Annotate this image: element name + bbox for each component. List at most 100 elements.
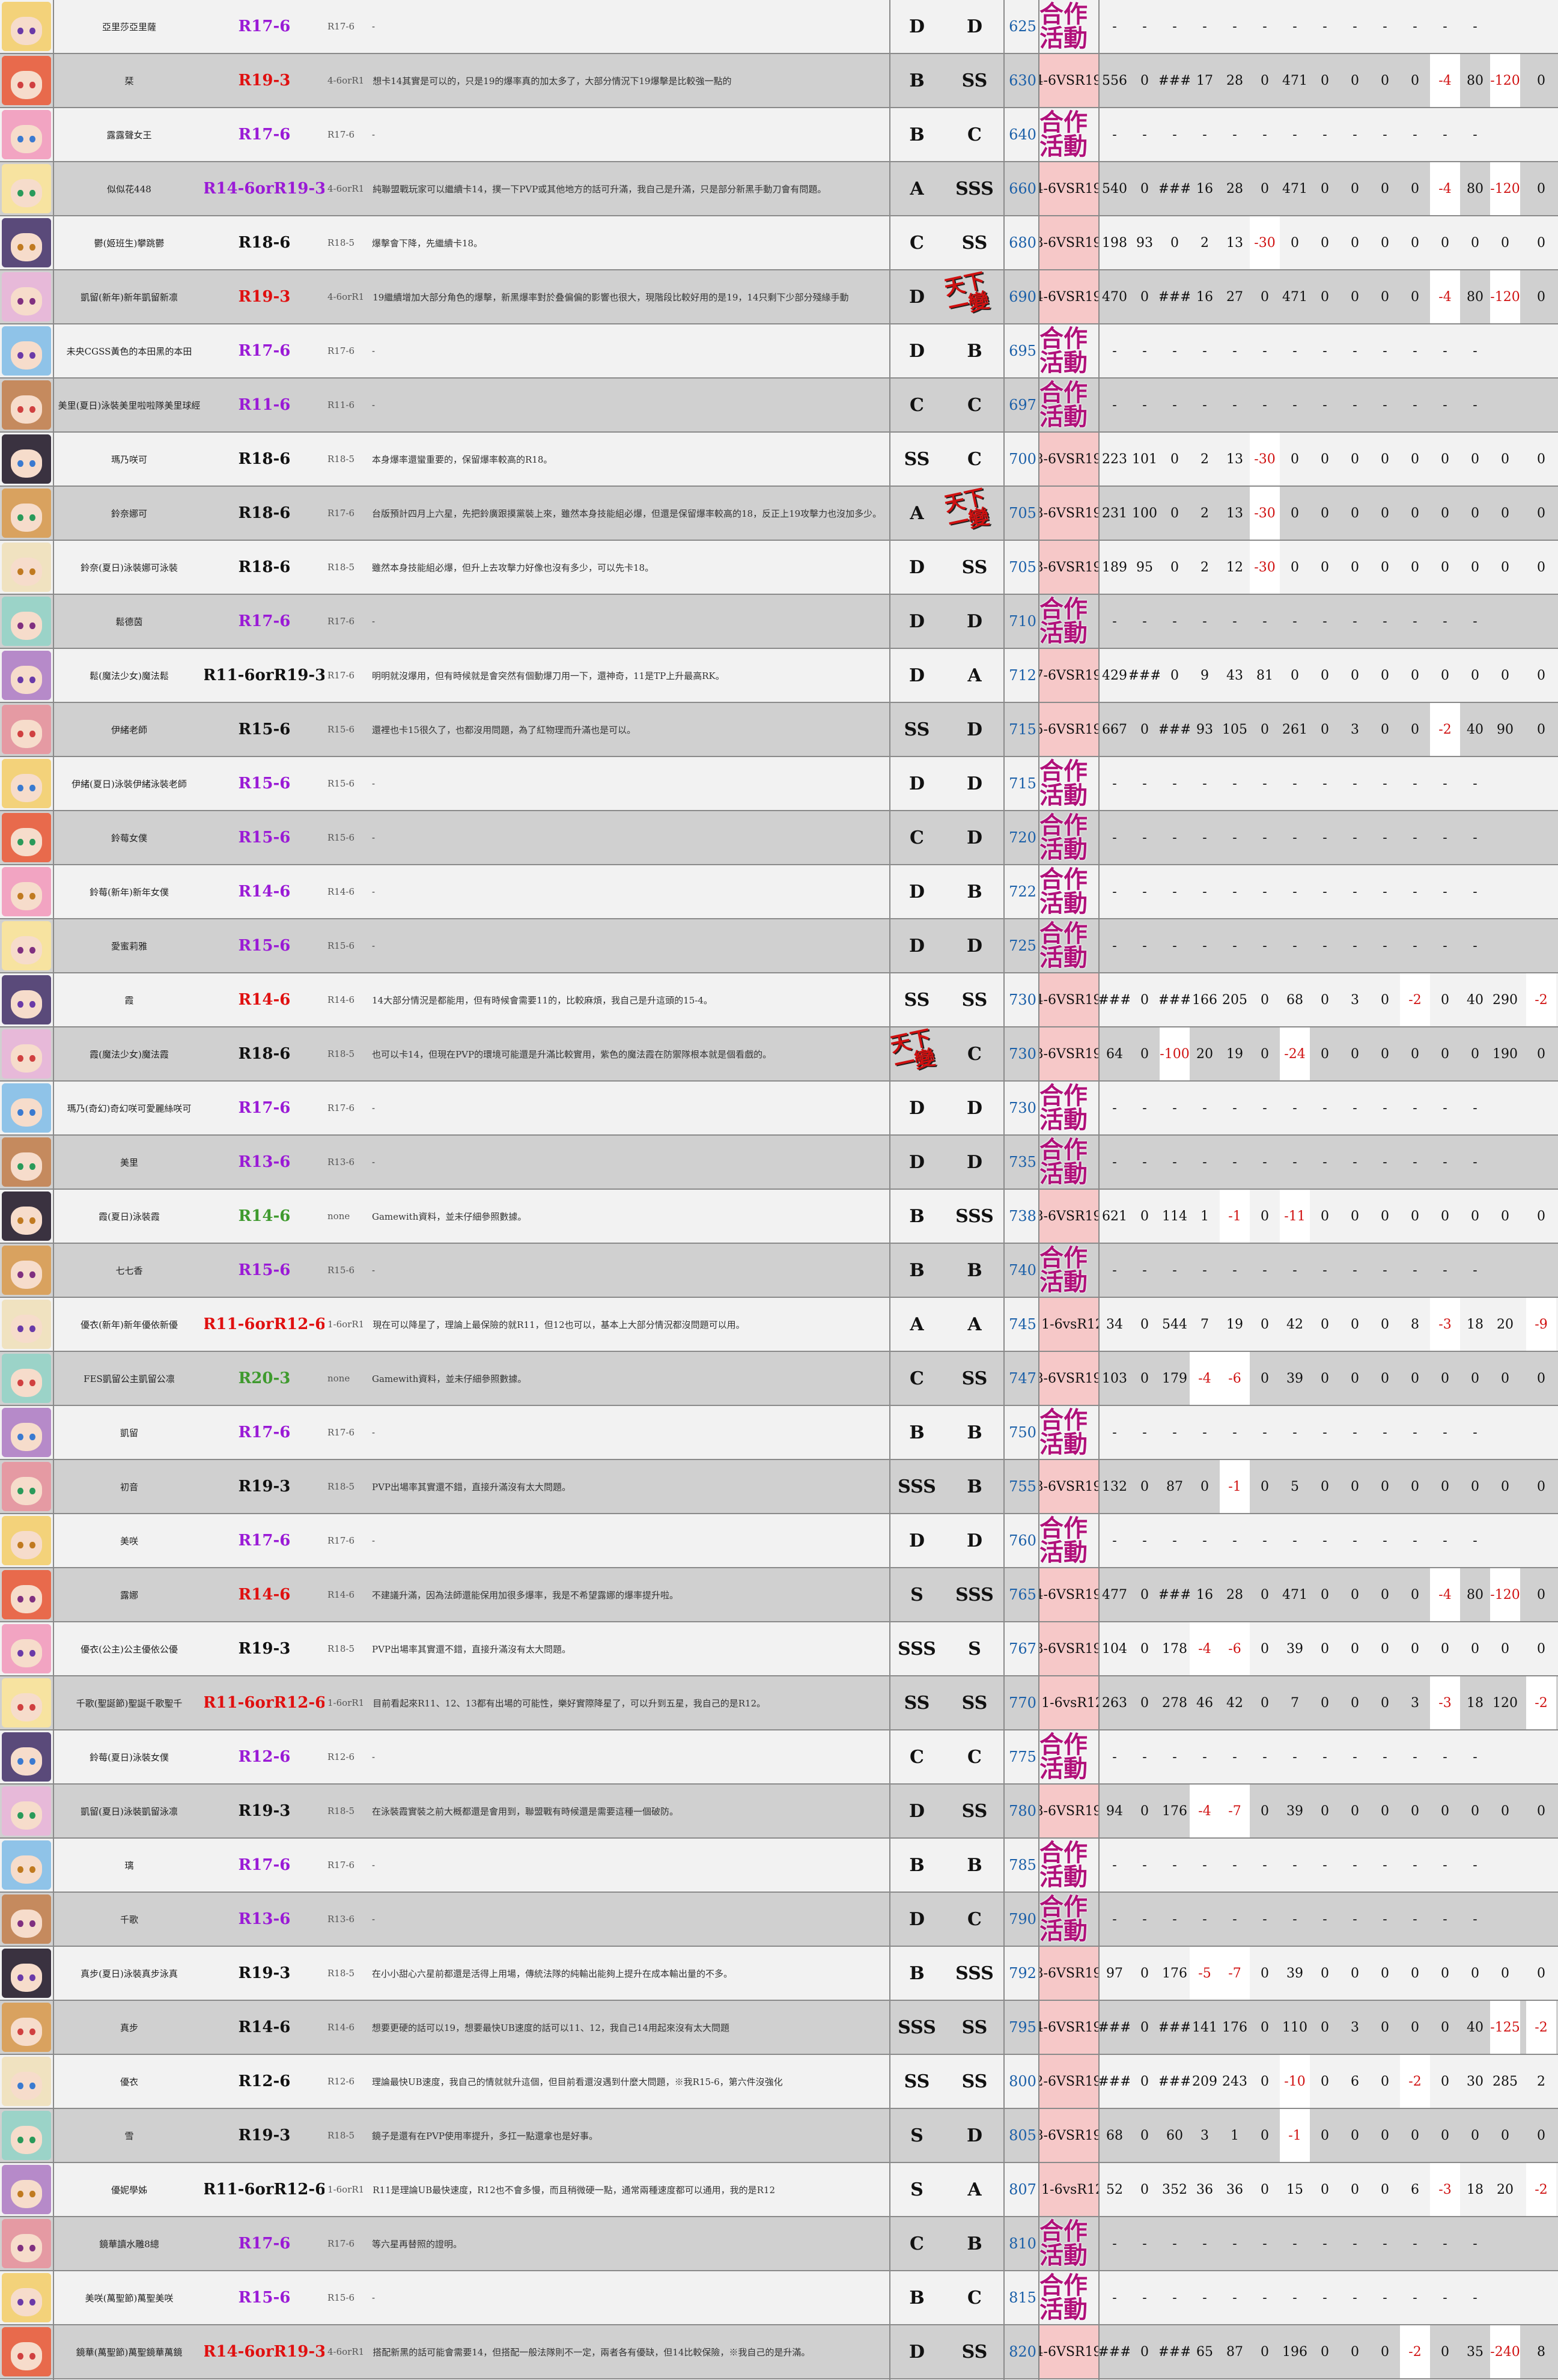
table-row[interactable]: 美里(夏日)泳裝美里啦啦隊美里球經 R11-6 R11-6 - C C 697 合作 活動 - -… — [0, 379, 1558, 433]
table-row[interactable]: 栞 R19-3 4-6orR1 想卡14其實是可以的，只是19的爆率真的加太多了，大部… — [0, 54, 1558, 108]
table-row[interactable]: 優衣 R12-6 R12-6 理論最快UB速度，我自己的情就就升這個，但目前看還沒遇到… — [0, 2055, 1558, 2109]
recommended-rank: R15-6 — [238, 829, 291, 847]
table-row[interactable]: 美里 R13-6 R13-6 - D D 735 合作 活動 - - - - - - - - - - - - - — [0, 1136, 1558, 1190]
avatar — [0, 919, 53, 972]
table-row[interactable]: 真步 R14-6 R14-6 想要更硬的話可以19，想要最快UB速度的話可以11、12… — [0, 2001, 1558, 2055]
stat-value: -2 — [1400, 973, 1430, 1026]
table-row[interactable]: FES凱留公主凱留公凛 R20-3 none Gamewith資料，並未仔細參照數據。… — [0, 1352, 1558, 1406]
grade-clan: D — [966, 2125, 982, 2146]
table-row[interactable]: 未央CGSS黃色的本田黑的本田 R17-6 R17-6 - D B 695 合作 活動 - - - -… — [0, 324, 1558, 379]
table-row[interactable]: 伊緒老師 R15-6 R15-6 還裡也卡15很久了，也都沒用問題，為了紅物理而升滿也… — [0, 703, 1558, 757]
table-row[interactable]: 初音 R19-3 R18-5 PVP出場率其實還不錯，直接升滿沒有太大問題。 SSS B 7… — [0, 1460, 1558, 1514]
stat-value: 0 — [1140, 2182, 1149, 2197]
table-row[interactable]: 鬆德茵 R17-6 R17-6 - D D 710 合作 活動 - - - - - - - - - - - - - — [0, 595, 1558, 649]
note-text: PVP出場率其實還不錯，直接升滿沒有太大問題。 — [372, 1481, 571, 1493]
table-row[interactable]: 千歌(聖誕節)聖誕千歌聖千 R11-6orR12-6 1-6orR1 目前看起來R11… — [0, 1676, 1558, 1730]
stat-value: - — [1383, 776, 1387, 791]
table-row[interactable]: 璃 R17-6 R17-6 - B B 785 合作 活動 - - - - - - - - - - - - - — [0, 1839, 1558, 1893]
stat-value: -4 — [1190, 1622, 1220, 1675]
recommended-rank: R17-6 — [238, 1099, 291, 1117]
portrait-eye — [29, 135, 35, 143]
table-row[interactable]: 露娜 R14-6 R14-6 不建議升滿，因為法師還能保用加很多爆率，我是不希望露娜的… — [0, 1568, 1558, 1622]
table-row[interactable]: 鏡華讀水雕8總 R17-6 R17-6 等六星再替照的證明。 C B 810 合作 活動 - - -… — [0, 2217, 1558, 2271]
table-row[interactable]: 凱留 R17-6 R17-6 - B B 750 合作 活動 - - - - - - - - - - - - - — [0, 1406, 1558, 1460]
table-row[interactable]: 雪 R19-3 R18-5 鏡子是還有在PVP使用率提升，多扛一點還拿也是好事。 S D 8… — [0, 2109, 1558, 2163]
rank-note: R18-5 鏡子是還有在PVP使用率提升，多扛一點還拿也是好事。 — [327, 2109, 889, 2162]
stat-value: 429 — [1102, 668, 1127, 683]
table-row[interactable]: 霞(魔法少女)魔法霞 R18-6 R18-5 也可以卡14，但現在PVP的環境可能還是… — [0, 1026, 1558, 1082]
stat-value: 0 — [1471, 1371, 1479, 1386]
recommended-rank: R19-3 — [238, 1478, 291, 1496]
stat-value: 0 — [1321, 2019, 1329, 2035]
table-row[interactable]: 優衣(公主)公主優依公優 R19-3 R18-5 PVP出場率其實還不錯，直接升滿沒有… — [0, 1622, 1558, 1676]
stat-value: - — [1262, 2236, 1267, 2251]
stat-value: 13 — [1226, 235, 1243, 251]
stat-value: 0 — [1471, 1965, 1479, 1981]
stat-value: 0 — [1381, 1641, 1389, 1657]
stat-value: - — [1322, 1533, 1327, 1548]
character-portrait — [2, 921, 51, 970]
table-row[interactable]: 瑪乃(奇幻)奇幻咲可愛麗絲咲可 R17-6 R17-6 - D D 730 合作 活動 - - - -… — [0, 1082, 1558, 1136]
table-row[interactable]: 千歌 R13-6 R13-6 - D C 790 合作 活動 - - - - - - - - - - - - - — [0, 1893, 1558, 1947]
rank-comparison: 5-6VSR19 — [1038, 703, 1098, 756]
stat-value: - — [1112, 1262, 1117, 1278]
table-row[interactable]: 鈴莓(夏日)泳裝女僕 R12-6 R12-6 - C C 775 合作 活動 - - - - - - - - -… — [0, 1730, 1558, 1785]
table-row[interactable]: 霞 R14-6 R14-6 14大部分情況是都能用，但有時候會需要11的，比較麻煩，我… — [0, 973, 1558, 1027]
table-row[interactable]: 鬆(魔法少女)魔法鬆 R11-6orR19-3 R17-6 明明就沒爆用，但有時候就是… — [0, 649, 1558, 703]
note-rank: 1-6orR1 — [327, 1697, 365, 1708]
stat-value: ### — [1160, 2344, 1190, 2360]
stat-value: - — [1353, 1154, 1357, 1170]
avatar — [0, 1514, 53, 1567]
table-row[interactable]: 伊緒(夏日)泳裝伊緒泳裝老師 R15-6 R15-6 - D D 715 合作 活動 - - - - -… — [0, 757, 1558, 811]
stat-value: - — [1172, 1911, 1177, 1927]
stat-value: 0 — [1351, 2182, 1359, 2197]
table-row[interactable]: 優衣(新年)新年優依新優 R11-6orR12-6 1-6orR1 現在可以降星了，理… — [0, 1298, 1558, 1352]
grade-pvp: S — [910, 2125, 924, 2146]
grade-pvp: D — [908, 935, 925, 957]
grade-pvp: D — [908, 556, 925, 578]
table-row[interactable]: 鬱(姬班生)攀跳鬱 R18-6 R18-5 爆擊會下降，先繼續卡18。 C SS 680 8-… — [0, 216, 1558, 270]
table-row[interactable]: 愛蜜莉雅 R15-6 R15-6 - D D 725 合作 活動 - - - - - - - - - - - - - — [0, 919, 1558, 973]
table-row[interactable]: 亞里莎亞里薩 R17-6 R17-6 - D D 625 合作 活動 - - - - - - - - - - - - - — [0, 0, 1558, 54]
table-row[interactable]: 鈴莓女僕 R15-6 R15-6 - C D 720 合作 活動 - - - - - - - - - - - - - — [0, 811, 1558, 865]
table-row[interactable]: 鈴奈(夏日)泳裝娜可泳裝 R18-6 R18-5 雖然本身技能組必爆，但升上去攻擊力好… — [0, 541, 1558, 595]
table-row[interactable]: 優妮學姊 R11-6orR12-6 1-6orR1 R11是理論UB最快速度，R12也… — [0, 2163, 1558, 2217]
stat-value: - — [1383, 1857, 1387, 1873]
stat-value: - — [1443, 938, 1447, 954]
portrait-eye — [29, 730, 35, 738]
table-row[interactable]: 瑪乃咲可 R18-6 R18-5 本身爆率還蠻重要的，保留爆率較高的R18。 SS C 70… — [0, 433, 1558, 487]
grade-clan: C — [967, 1746, 982, 1768]
stat-value: 0 — [1501, 1965, 1509, 1981]
table-row[interactable]: 美咲 R17-6 R17-6 - D D 760 合作 活動 - - - - - - - - - - - - - — [0, 1514, 1558, 1568]
priority-value: 745 — [1009, 1316, 1036, 1333]
table-row[interactable]: 美咲(萬聖節)萬聖美咲 R15-6 R15-6 - B C 815 合作 活動 - - - - - - - -… — [0, 2271, 1558, 2325]
table-row[interactable]: 七七香 R15-6 R15-6 - B B 740 合作 活動 - - - - - - - - - - - - - — [0, 1244, 1558, 1298]
table-row[interactable]: 霞(夏日)泳裝霞 R14-6 none Gamewith資料，並未仔細參照數據。 B SS… — [0, 1190, 1558, 1244]
stat-value: 0 — [1351, 181, 1359, 196]
grade-clan: SSS — [955, 1205, 994, 1227]
stat-value: 0 — [1261, 2019, 1269, 2035]
recommended-rank: R19-3 — [238, 72, 291, 90]
table-row[interactable]: 凱留(新年)新年凱留新凛 R19-3 4-6orR1 19繼續增加大部分角色的爆擊，新… — [0, 269, 1558, 324]
stat-value: - — [1202, 1154, 1207, 1170]
table-row[interactable]: 真步(夏日)泳裝真步泳真 R19-3 R18-5 在小小甜心六星前都還是活得上用場，傳… — [0, 1947, 1558, 2001]
portrait-eye — [29, 1217, 35, 1225]
table-row[interactable]: 露露聲女王 R17-6 R17-6 - B C 640 合作 活動 - - - - - - - - - - - - - — [0, 108, 1558, 162]
table-row[interactable]: 鈴奈娜可 R18-6 R17-6 台版預計四月上六星，先把鈴廣跟摸黨裝上來，雖然本身技… — [0, 485, 1558, 541]
stat-value: - — [1322, 884, 1327, 899]
portrait-eye — [17, 1055, 24, 1062]
stat-value: 2 — [1537, 2074, 1545, 2089]
stat-value: 0 — [1351, 2128, 1359, 2143]
table-row[interactable]: 似似花448 R14-6orR19-3 4-6orR1 純聯盟戰玩家可以繼續卡14，撲… — [0, 162, 1558, 216]
grade-clan: D — [966, 935, 982, 957]
table-row[interactable]: 鈴莓(新年)新年女僕 R14-6 R14-6 - D B 722 合作 活動 - - - - - - - - -… — [0, 865, 1558, 919]
stat-value: 94 — [1106, 1803, 1123, 1819]
character-name: 霞 — [124, 994, 134, 1006]
column-divider — [889, 0, 890, 2380]
grade-clan: D — [966, 1151, 982, 1173]
stat-value: 209 — [1192, 2074, 1217, 2089]
table-row[interactable]: 鏡華(萬聖節)萬聖鏡華萬鏡 R14-6orR19-3 4-6orR1 搭配新黑的話可能… — [0, 2325, 1558, 2379]
table-row[interactable]: 凱留(夏日)泳裝凱留泳凛 R19-3 R18-5 在泳裝霞實裝之前大概都還是會用到，聯… — [0, 1785, 1558, 1839]
stat-value: - — [1172, 938, 1177, 954]
priority-value: 680 — [1009, 234, 1036, 251]
